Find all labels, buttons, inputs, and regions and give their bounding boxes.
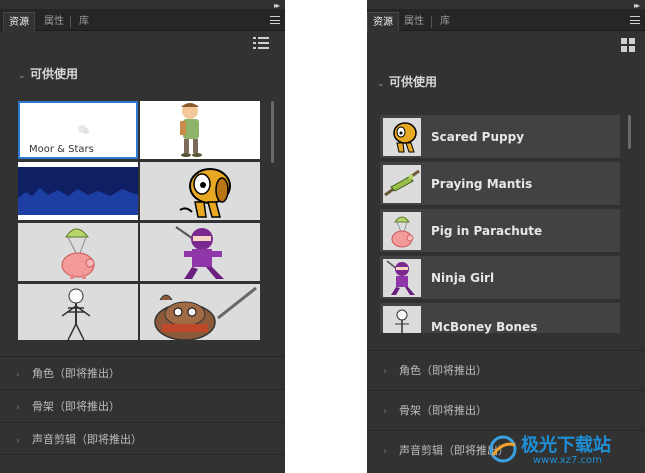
- asset-item-praying-mantis[interactable]: Praying Mantis: [380, 162, 620, 207]
- section-skeletons-label: 骨架（即将推出）: [32, 400, 120, 413]
- tab-divider: [431, 16, 432, 28]
- watermark-logo-icon: [489, 435, 517, 463]
- chevron-right-icon: ›: [16, 436, 20, 446]
- tile-caption: Moor & Stars: [29, 144, 94, 155]
- pig-parachute-thumbnail: [61, 228, 95, 279]
- mountain-night-thumbnail: [18, 167, 138, 220]
- asset-item-pig-parachute[interactable]: Pig in Parachute: [380, 209, 620, 254]
- mcboney-bones-thumbnail: [383, 306, 421, 333]
- asset-tile-scared-puppy[interactable]: [140, 162, 260, 220]
- tab-properties[interactable]: 属性: [39, 12, 69, 31]
- asset-tile-character-boy[interactable]: [140, 101, 260, 159]
- chevron-right-icon: ›: [383, 367, 387, 377]
- asset-tile-moor-stars[interactable]: Moor & Stars: [18, 101, 138, 159]
- assets-panel-list: ▸▸ 资源 属性 库 ⌄ 可供使用 Scared Puppy Praying M…: [367, 0, 645, 473]
- asset-item-ninja-girl[interactable]: Ninja Girl: [380, 256, 620, 301]
- section-sound-clips[interactable]: › 声音剪辑（即将推出）: [0, 422, 285, 455]
- chevron-down-icon: ⌄: [377, 79, 385, 89]
- section-available[interactable]: ⌄ 可供使用: [18, 65, 78, 82]
- watermark-brand: 极光下载站: [521, 435, 611, 456]
- section-characters[interactable]: › 角色（即将推出）: [0, 356, 285, 389]
- scared-puppy-thumbnail: [179, 168, 231, 218]
- tab-assets[interactable]: 资源: [367, 12, 399, 31]
- ninja-girl-thumbnail: [175, 226, 224, 279]
- grid-scrollbar[interactable]: [271, 101, 274, 163]
- section-skeletons[interactable]: › 骨架（即将推出）: [367, 390, 645, 430]
- panel-tabbar: 资源 属性 库: [0, 9, 285, 31]
- section-available-label: 可供使用: [30, 67, 79, 81]
- watermark-url: www.xz7.com: [533, 455, 602, 466]
- section-characters-label: 角色（即将推出）: [399, 364, 487, 377]
- warrior-pig-thumbnail: [154, 286, 257, 340]
- asset-item-label: McBoney Bones: [431, 320, 538, 334]
- tab-library[interactable]: 库: [435, 12, 455, 31]
- tab-properties[interactable]: 属性: [399, 12, 429, 31]
- asset-item-scared-puppy[interactable]: Scared Puppy: [380, 115, 620, 160]
- grid-view-icon[interactable]: [621, 38, 635, 52]
- section-skeletons[interactable]: › 骨架（即将推出）: [0, 389, 285, 422]
- asset-item-label: Praying Mantis: [431, 177, 533, 191]
- asset-tile-mountain-night[interactable]: [18, 162, 138, 220]
- pig-parachute-thumbnail: [383, 212, 421, 250]
- character-boy-thumbnail: [180, 103, 202, 157]
- praying-mantis-thumbnail: [383, 165, 421, 203]
- asset-item-label: Ninja Girl: [431, 271, 495, 285]
- tab-divider: [70, 16, 71, 28]
- mcboney-bones-thumbnail: [61, 288, 91, 340]
- section-skeletons-label: 骨架（即将推出）: [399, 404, 487, 417]
- asset-tile-pig-parachute[interactable]: [18, 223, 138, 281]
- chevron-down-icon: ⌄: [18, 71, 26, 81]
- chevron-right-icon: ›: [16, 370, 20, 380]
- ninja-girl-thumbnail: [383, 259, 421, 297]
- list-view-icon[interactable]: [253, 37, 269, 49]
- section-sound-clips-label: 声音剪辑（即将推出）: [32, 433, 142, 446]
- watermark: 极光下载站 www.xz7.com: [489, 431, 639, 469]
- chevron-right-icon: ›: [383, 407, 387, 417]
- asset-item-label: Pig in Parachute: [431, 224, 543, 238]
- asset-item-label: Scared Puppy: [431, 130, 525, 144]
- chevron-right-icon: ›: [16, 403, 20, 413]
- scared-puppy-thumbnail: [383, 118, 421, 156]
- panel-tabbar: 资源 属性 库: [367, 9, 645, 31]
- asset-tile-warrior-pig[interactable]: [140, 284, 260, 340]
- panel-menu-icon[interactable]: [630, 16, 640, 24]
- tab-library[interactable]: 库: [74, 12, 94, 31]
- chevron-right-icon: ›: [383, 447, 387, 457]
- tab-assets[interactable]: 资源: [3, 12, 35, 31]
- list-scrollbar[interactable]: [628, 115, 631, 149]
- asset-tile-mcboney-bones[interactable]: [18, 284, 138, 340]
- section-characters-label: 角色（即将推出）: [32, 367, 120, 380]
- asset-item-mcboney-bones[interactable]: McBoney Bones: [380, 303, 620, 334]
- section-available-label: 可供使用: [389, 75, 438, 89]
- section-available[interactable]: ⌄ 可供使用: [377, 73, 437, 90]
- asset-tile-ninja-girl[interactable]: [140, 223, 260, 281]
- panel-menu-icon[interactable]: [270, 16, 280, 24]
- assets-panel-grid: ▸▸ 资源 属性 库 ⌄ 可供使用 Moor & Stars › 角色（即将推出…: [0, 0, 285, 473]
- section-characters[interactable]: › 角色（即将推出）: [367, 350, 645, 390]
